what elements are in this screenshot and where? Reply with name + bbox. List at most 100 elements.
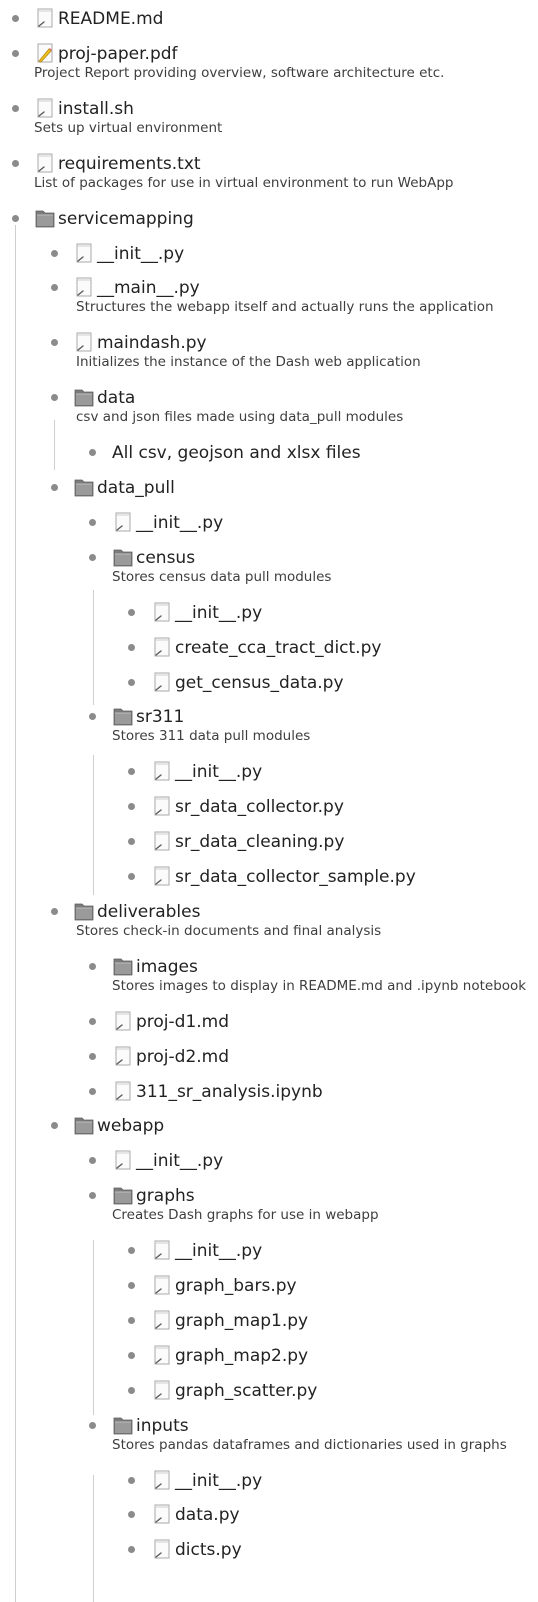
item-label: sr_data_collector_sample.py	[175, 867, 416, 887]
bullet-icon	[128, 1316, 135, 1324]
bullet-icon	[89, 449, 96, 457]
file-tree: README.md proj-paper.pdf Project Report pr…	[0, 0, 538, 1602]
folder-icon	[112, 1414, 133, 1436]
file-icon	[151, 1239, 171, 1261]
folder-icon	[34, 207, 55, 229]
bullet-icon	[51, 907, 58, 915]
item-label: graph_map1.py	[175, 1310, 309, 1331]
item-label: graph_map2.py	[175, 1345, 309, 1366]
bullet-icon	[12, 15, 19, 22]
item-label: proj-paper.pdf	[58, 43, 178, 64]
file-icon	[73, 242, 93, 264]
item-label: webapp	[97, 1116, 165, 1137]
file-icon	[151, 760, 171, 782]
file-icon	[34, 97, 54, 119]
bullet-icon	[128, 678, 135, 686]
bullet-icon	[12, 159, 19, 167]
item-description: Stores 311 data pull modules	[112, 728, 311, 745]
item-label: __main__.py	[97, 278, 200, 299]
item-label: proj-d2.md	[136, 1046, 230, 1067]
item-label: 311_sr_analysis.ipynb	[136, 1081, 323, 1102]
item-label: graph_scatter.py	[175, 1380, 318, 1401]
item-description: List of packages for use in virtual envi…	[34, 174, 454, 191]
item-label: requirements.txt	[58, 153, 201, 174]
item-label: sr_data_collector.py	[175, 797, 344, 818]
file-icon	[112, 1010, 132, 1032]
file-icon	[151, 636, 171, 658]
item-label: sr311	[136, 707, 185, 728]
item-label: install.sh	[58, 98, 134, 119]
tree-guide-line	[15, 225, 16, 1602]
bullet-icon	[89, 713, 96, 721]
bullet-icon	[128, 643, 135, 651]
file-icon	[151, 1469, 171, 1491]
bullet-icon	[51, 484, 58, 491]
file-icon	[151, 1379, 171, 1401]
tree-guide-line	[93, 1240, 94, 1415]
item-label: create_cca_tract_dict.py	[175, 637, 382, 658]
item-label: inputs	[136, 1415, 189, 1436]
file-icon	[151, 830, 171, 852]
item-description: Creates Dash graphs for use in webapp	[112, 1207, 379, 1224]
item-description: Initializes the instance of the Dash web…	[76, 354, 421, 371]
bullet-icon	[128, 1351, 135, 1359]
file-icon	[73, 331, 93, 353]
bullet-icon	[128, 1546, 135, 1554]
file-icon	[112, 1080, 132, 1102]
item-label: dicts.py	[175, 1540, 242, 1561]
item-label: __init__.py	[136, 1151, 224, 1172]
folder-icon	[73, 386, 94, 408]
file-icon	[151, 1503, 171, 1525]
item-label: data	[97, 388, 136, 409]
file-icon	[112, 1149, 132, 1171]
bullet-icon	[128, 1282, 135, 1289]
file-icon	[34, 152, 54, 174]
file-icon	[73, 276, 93, 298]
file-icon	[151, 795, 171, 817]
bullet-icon	[51, 394, 58, 402]
bullet-icon	[89, 518, 96, 526]
tree-guide-line	[93, 1475, 94, 1602]
item-label: graph_bars.py	[175, 1276, 297, 1296]
bullet-icon	[12, 214, 19, 222]
tree-guide-line	[93, 755, 94, 895]
bullet-icon	[128, 608, 135, 616]
folder-icon	[73, 476, 94, 498]
bullet-icon	[128, 1476, 135, 1484]
folder-icon	[73, 900, 94, 922]
bullet-icon	[12, 104, 19, 112]
file-icon	[151, 865, 171, 887]
item-description: Project Report providing overview, softw…	[34, 64, 445, 81]
tree-guide-line	[93, 590, 94, 705]
item-label: __init__.py	[175, 1241, 263, 1262]
bullet-icon	[128, 838, 135, 846]
item-label: __init__.py	[175, 762, 263, 783]
file-icon	[112, 1045, 132, 1067]
bullet-icon	[12, 49, 19, 57]
item-label: servicemapping	[58, 208, 194, 229]
file-icon	[151, 1538, 171, 1560]
item-label: maindash.py	[97, 333, 207, 354]
bullet-icon	[128, 768, 135, 776]
item-label: __init__.py	[97, 243, 185, 264]
folder-icon	[73, 1114, 94, 1136]
tree-guide-line	[54, 420, 55, 470]
file-icon	[151, 1274, 171, 1296]
bullet-icon	[89, 1017, 96, 1025]
item-description: Stores pandas dataframes and dictionarie…	[112, 1436, 507, 1453]
item-label: __init__.py	[175, 1470, 263, 1491]
bullet-icon	[128, 873, 135, 880]
item-label: data_pull	[97, 478, 175, 498]
item-description: Stores census data pull modules	[112, 568, 332, 585]
file-icon	[112, 511, 132, 533]
item-label: graphs	[136, 1186, 195, 1207]
item-label: __init__.py	[136, 512, 224, 533]
bullet-icon	[51, 284, 58, 292]
bullet-icon	[51, 339, 58, 347]
bullet-icon	[89, 1087, 96, 1095]
item-label: get_census_data.py	[175, 672, 344, 693]
bullet-icon	[128, 1511, 135, 1519]
item-description: Sets up virtual environment	[34, 119, 223, 136]
folder-icon	[112, 546, 133, 568]
bullet-icon	[89, 1052, 96, 1060]
